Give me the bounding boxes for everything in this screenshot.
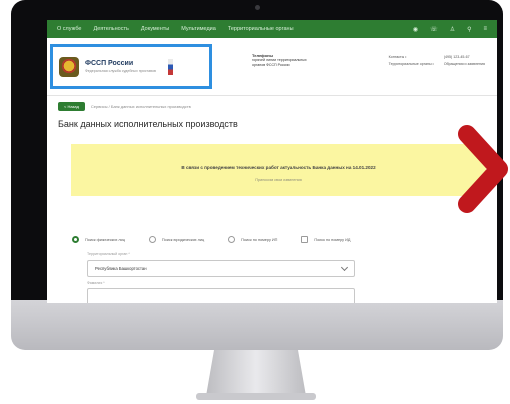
territorial-link[interactable]: Территориальные органы • <box>389 62 434 66</box>
radio-label: Поиск по номеру ИД <box>314 237 351 242</box>
hotline-info[interactable]: Телефоны горячей линии территориальных о… <box>252 53 307 68</box>
monitor-chin <box>11 300 503 350</box>
emblem-icon <box>59 56 79 77</box>
screen: О службе Деятельность Документы Мультиме… <box>47 20 497 303</box>
top-navigation: О службе Деятельность Документы Мультиме… <box>47 20 497 38</box>
checkbox-unchecked-icon[interactable] <box>301 236 309 243</box>
user-icon[interactable]: ♙ <box>450 26 455 33</box>
logo-title: ФССП России <box>85 60 134 67</box>
logo-subtitle: Федеральная служба судебных приставов <box>85 69 156 73</box>
contacts-link[interactable]: Контакты • <box>389 55 434 59</box>
breadcrumb-path[interactable]: Сервисы / Банк данных исполнительных про… <box>91 104 191 109</box>
page-title: Банк данных исполнительных производств <box>58 119 238 129</box>
nav-item-multimedia[interactable]: Мультимедиа <box>181 26 216 32</box>
radio-label: Поиск физических лиц <box>85 237 125 242</box>
notice-subtext: Приносим свои извинения <box>255 178 302 182</box>
hotline-line: органов ФССП России <box>252 63 290 68</box>
flag-icon <box>167 58 173 75</box>
monitor-stand <box>206 350 306 396</box>
monitor-stand-base <box>196 393 316 400</box>
maintenance-notice: В связи с проведением технических работ … <box>71 144 486 196</box>
nav-item-about[interactable]: О службе <box>57 26 81 32</box>
header-contacts: Контакты • (495) 123-45-67 Территориальн… <box>389 55 485 66</box>
nav-item-activity[interactable]: Деятельность <box>93 26 128 32</box>
chevron-down-icon[interactable] <box>340 263 349 271</box>
appeals-link[interactable]: Обращения и заявления <box>444 62 485 66</box>
surname-label: Фамилия * <box>87 281 105 285</box>
surname-input[interactable] <box>87 288 355 303</box>
radio-ip-number[interactable]: Поиск по номеру ИП <box>228 236 277 243</box>
eye-icon[interactable]: ◉ <box>413 26 418 33</box>
menu-icon[interactable]: ≡ <box>483 26 487 32</box>
radio-unchecked-icon[interactable] <box>148 236 156 243</box>
radio-checked-icon[interactable] <box>72 236 79 243</box>
radio-label: Поиск юридических лиц <box>161 237 205 242</box>
camera-icon <box>255 5 260 10</box>
logo-block[interactable]: ФССП России Федеральная служба судебных … <box>50 44 212 89</box>
radio-unchecked-icon[interactable] <box>228 236 236 243</box>
notice-text: В связи с проведением технических работ … <box>181 165 376 170</box>
contact-phone[interactable]: (495) 123-45-67 <box>444 55 485 59</box>
chevron-right-icon <box>458 125 508 213</box>
nav-item-documents[interactable]: Документы <box>141 26 169 32</box>
region-label: Территориальный орган * <box>87 252 130 256</box>
region-value: Республика Башкортостан <box>95 266 147 271</box>
nav-item-territorial[interactable]: Территориальные органы <box>228 26 294 32</box>
search-type-options: Поиск физических лиц Поиск юридических л… <box>72 236 350 243</box>
region-select[interactable]: Республика Башкортостан <box>87 260 355 277</box>
phone-icon[interactable]: ☏ <box>430 26 438 33</box>
radio-individuals[interactable]: Поиск физических лиц <box>72 236 125 243</box>
breadcrumb: < Назад Сервисы / Банк данных исполнител… <box>58 102 191 111</box>
site-header: ФССП России Федеральная служба судебных … <box>47 38 497 96</box>
radio-label: Поиск по номеру ИП <box>241 237 278 242</box>
radio-legal-entities[interactable]: Поиск юридических лиц <box>148 236 205 243</box>
search-icon[interactable]: ⚲ <box>467 26 471 33</box>
radio-id-number[interactable]: Поиск по номеру ИД <box>301 236 350 243</box>
back-button[interactable]: < Назад <box>58 102 85 111</box>
